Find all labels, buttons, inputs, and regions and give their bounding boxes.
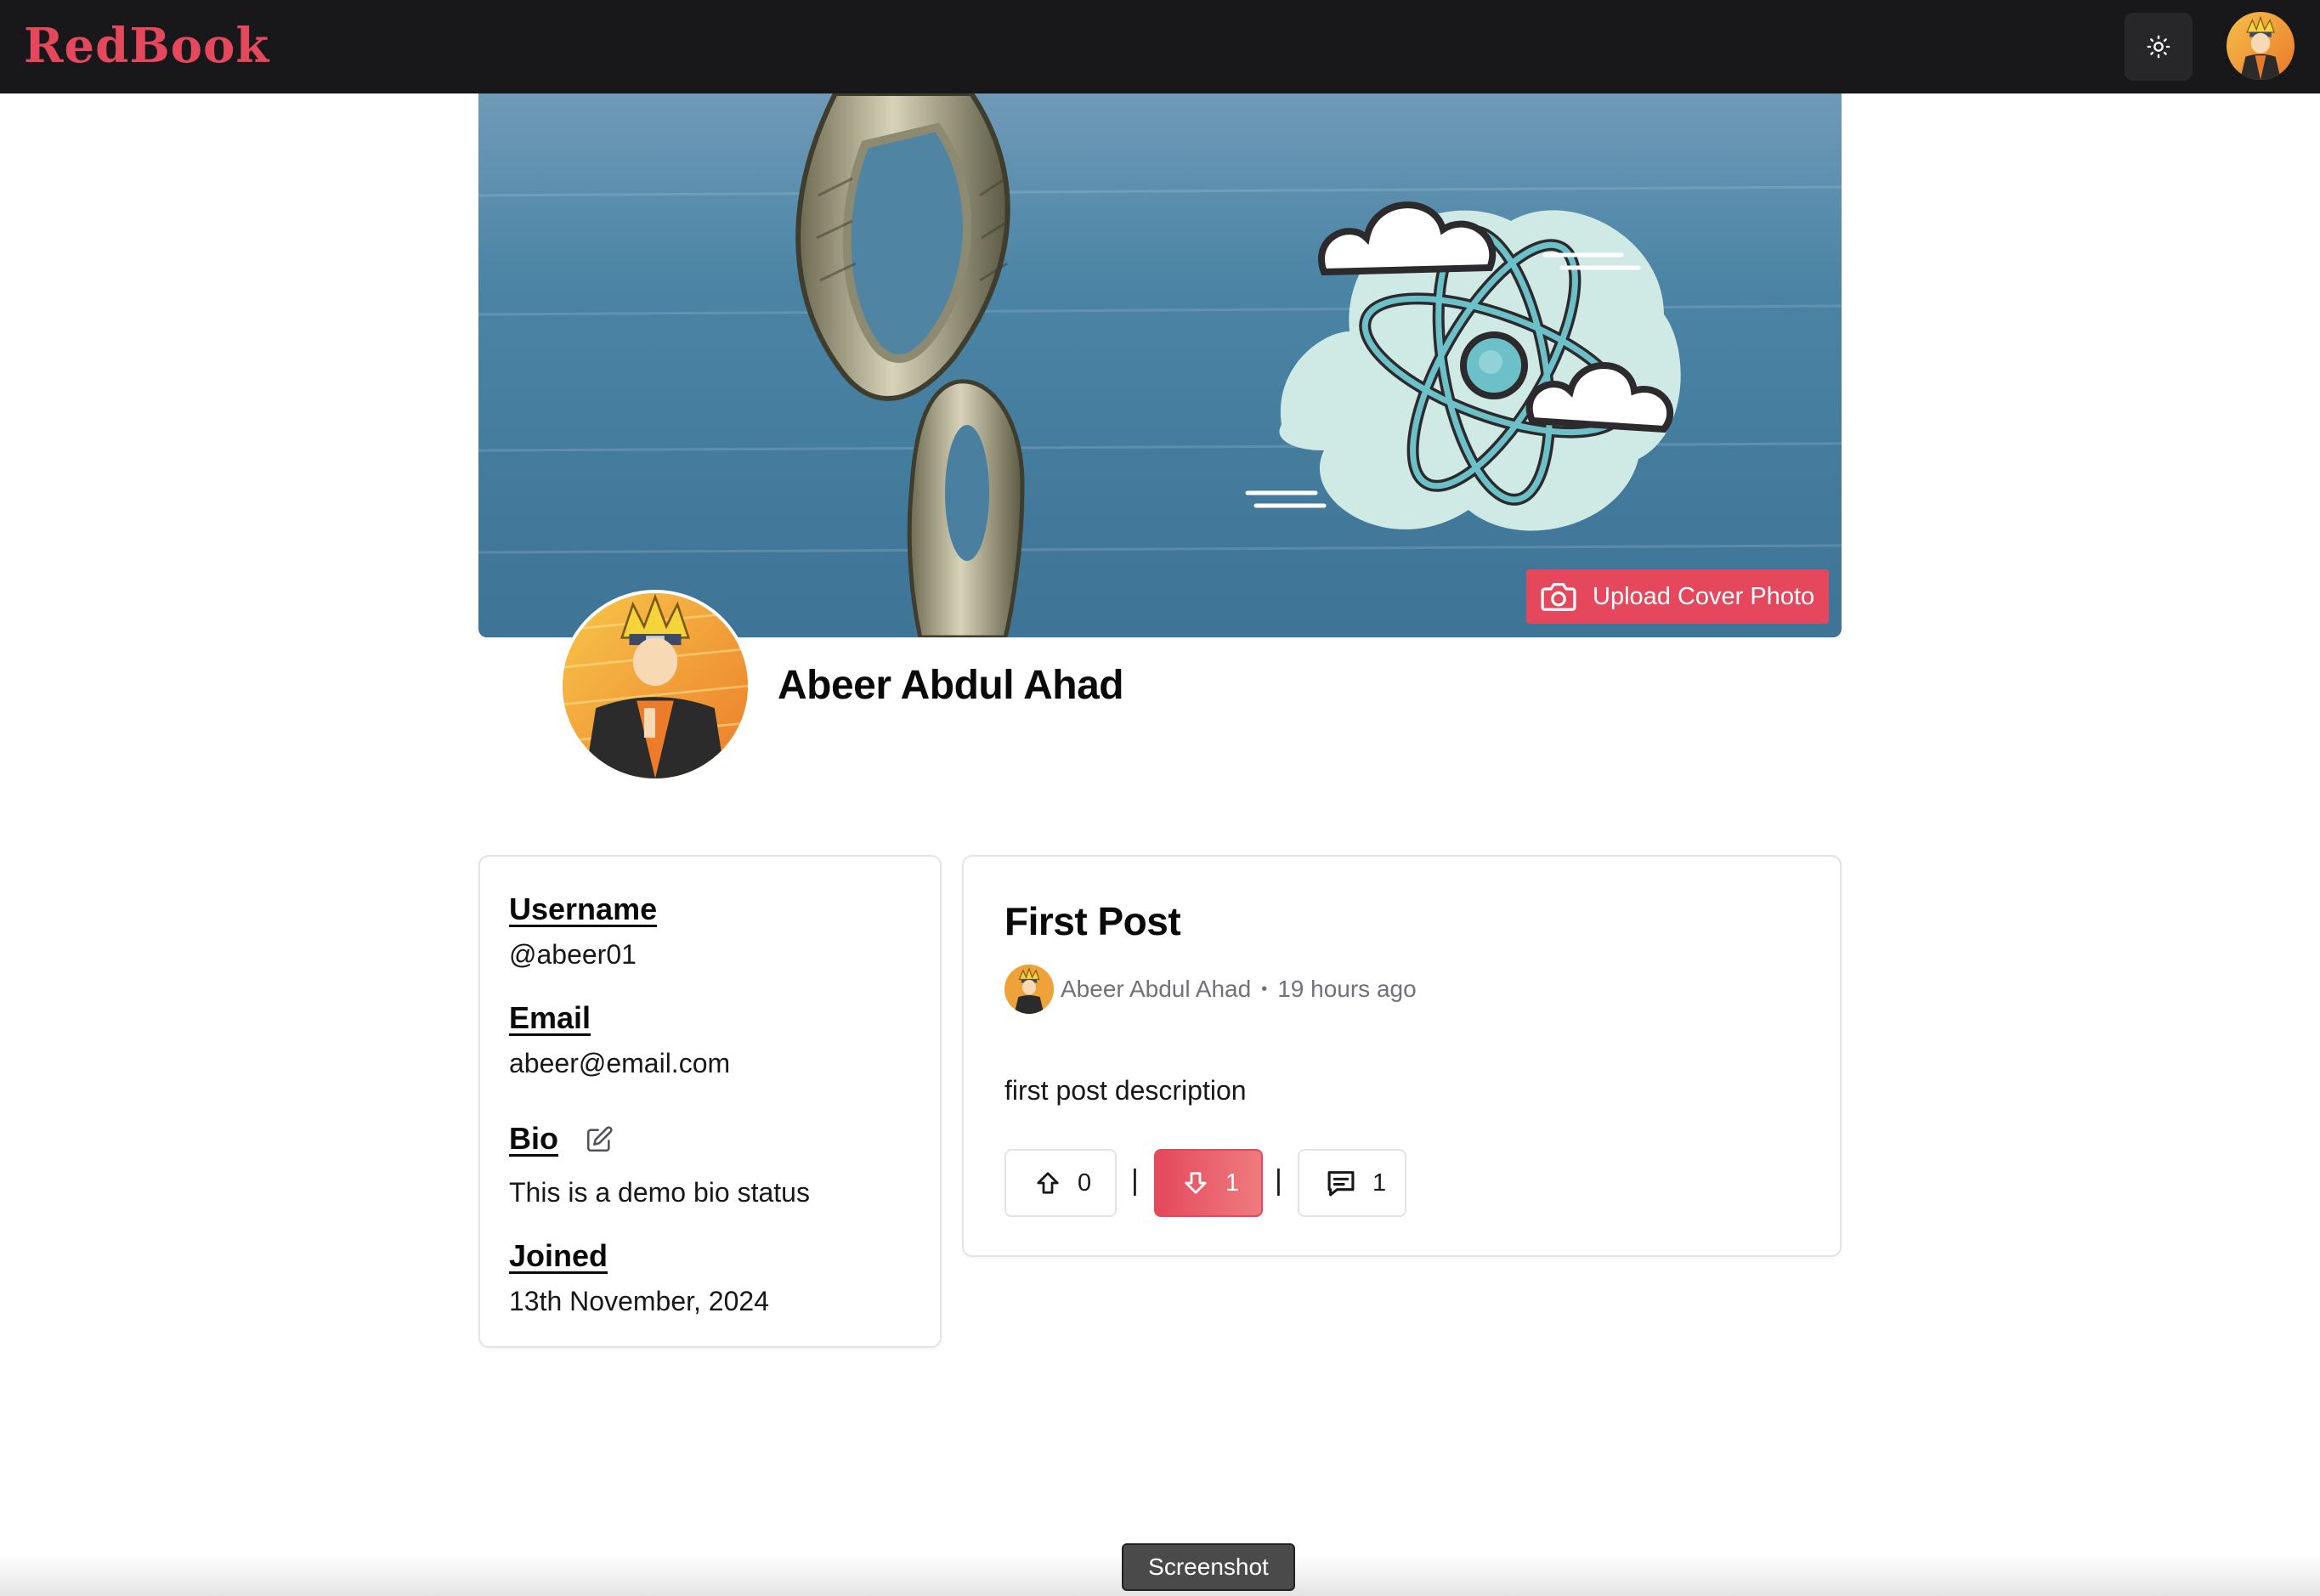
post-card: First Post Abeer Abdul Ahad • 19 hours a… bbox=[962, 855, 1842, 1257]
profile-info-card: Username @abeer01 Email abeer@email.com … bbox=[478, 855, 942, 1348]
profile-name: Abeer Abdul Ahad bbox=[778, 663, 1124, 708]
edit-bio-button[interactable] bbox=[582, 1123, 616, 1157]
upload-cover-photo-button[interactable]: Upload Cover Photo bbox=[1526, 569, 1829, 624]
upvote-button[interactable]: 0 bbox=[1004, 1149, 1117, 1217]
post-author-name[interactable]: Abeer Abdul Ahad bbox=[1061, 976, 1251, 1003]
theme-toggle-button[interactable] bbox=[2125, 13, 2193, 81]
post-author-avatar[interactable] bbox=[1004, 965, 1054, 1014]
action-divider: | bbox=[1275, 1164, 1282, 1197]
post-time: 19 hours ago bbox=[1277, 976, 1417, 1002]
cover-photo: Upload Cover Photo bbox=[478, 93, 1842, 637]
post-meta-separator: • bbox=[1261, 979, 1268, 999]
joined-label: Joined bbox=[509, 1238, 608, 1273]
profile-avatar-image bbox=[563, 593, 748, 778]
screenshot-tooltip: Screenshot bbox=[1122, 1543, 1295, 1591]
bio-label: Bio bbox=[509, 1121, 558, 1156]
downvote-count: 1 bbox=[1225, 1169, 1240, 1197]
upload-cover-photo-label: Upload Cover Photo bbox=[1593, 582, 1815, 610]
user-avatar[interactable] bbox=[2227, 12, 2295, 80]
downvote-button[interactable]: 1 bbox=[1154, 1149, 1263, 1217]
email-value: abeer@email.com bbox=[509, 1048, 731, 1078]
post-description: first post description bbox=[1004, 1075, 1247, 1106]
sun-icon bbox=[2147, 35, 2170, 59]
username-value: @abeer01 bbox=[509, 939, 637, 970]
profile-avatar[interactable] bbox=[559, 590, 751, 782]
comment-count: 1 bbox=[1372, 1169, 1387, 1197]
post-title[interactable]: First Post bbox=[1004, 897, 1181, 945]
joined-value: 13th November, 2024 bbox=[509, 1286, 769, 1316]
action-divider: | bbox=[1131, 1164, 1139, 1197]
post-meta: Abeer Abdul Ahad • 19 hours ago bbox=[1004, 964, 1417, 1015]
bio-value: This is a demo bio status bbox=[509, 1177, 810, 1208]
edit-icon bbox=[586, 1125, 613, 1152]
email-label: Email bbox=[509, 1000, 591, 1035]
comments-button[interactable]: 1 bbox=[1298, 1149, 1406, 1217]
top-navbar: RedBook bbox=[0, 0, 2320, 93]
cover-image bbox=[478, 93, 1842, 637]
camera-icon bbox=[1541, 582, 1576, 611]
arrow-up-icon bbox=[1037, 1172, 1059, 1194]
upvote-count: 0 bbox=[1078, 1169, 1092, 1197]
avatar-image bbox=[2227, 12, 2295, 80]
app-logo[interactable]: RedBook bbox=[24, 15, 269, 76]
post-author-avatar-image bbox=[1004, 965, 1054, 1014]
arrow-down-icon bbox=[1185, 1172, 1207, 1194]
username-label: Username bbox=[509, 891, 658, 926]
comment-icon bbox=[1327, 1171, 1355, 1197]
